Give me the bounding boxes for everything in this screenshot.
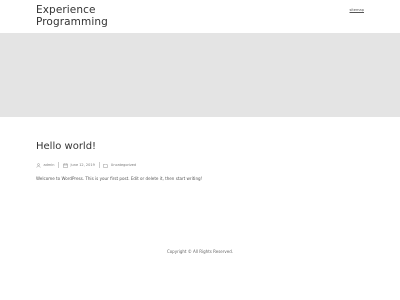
calendar-icon (63, 162, 68, 168)
user-icon (36, 162, 41, 168)
meta-divider (58, 162, 59, 168)
post-meta: admin June 12, 2019 Uncategorized (36, 162, 136, 168)
header-banner-image (0, 33, 400, 117)
post-title[interactable]: Hello world! (36, 141, 96, 152)
post-author-link[interactable]: admin (44, 163, 55, 167)
post-category-link[interactable]: Uncategorized (111, 163, 136, 167)
post-date-link[interactable]: June 12, 2019 (70, 163, 94, 167)
post-content: Welcome to WordPress. This is your first… (36, 176, 203, 181)
site-title[interactable]: Experience Programming (36, 4, 156, 28)
post-author: admin (36, 162, 55, 168)
post-date: June 12, 2019 (63, 162, 95, 168)
folder-icon (103, 163, 109, 168)
footer-copyright: Copyright © All Rights Reserved. (166, 249, 234, 254)
sitemap-link[interactable]: sitemap (350, 8, 364, 12)
meta-divider (98, 162, 100, 168)
post-category: Uncategorized (103, 163, 136, 168)
